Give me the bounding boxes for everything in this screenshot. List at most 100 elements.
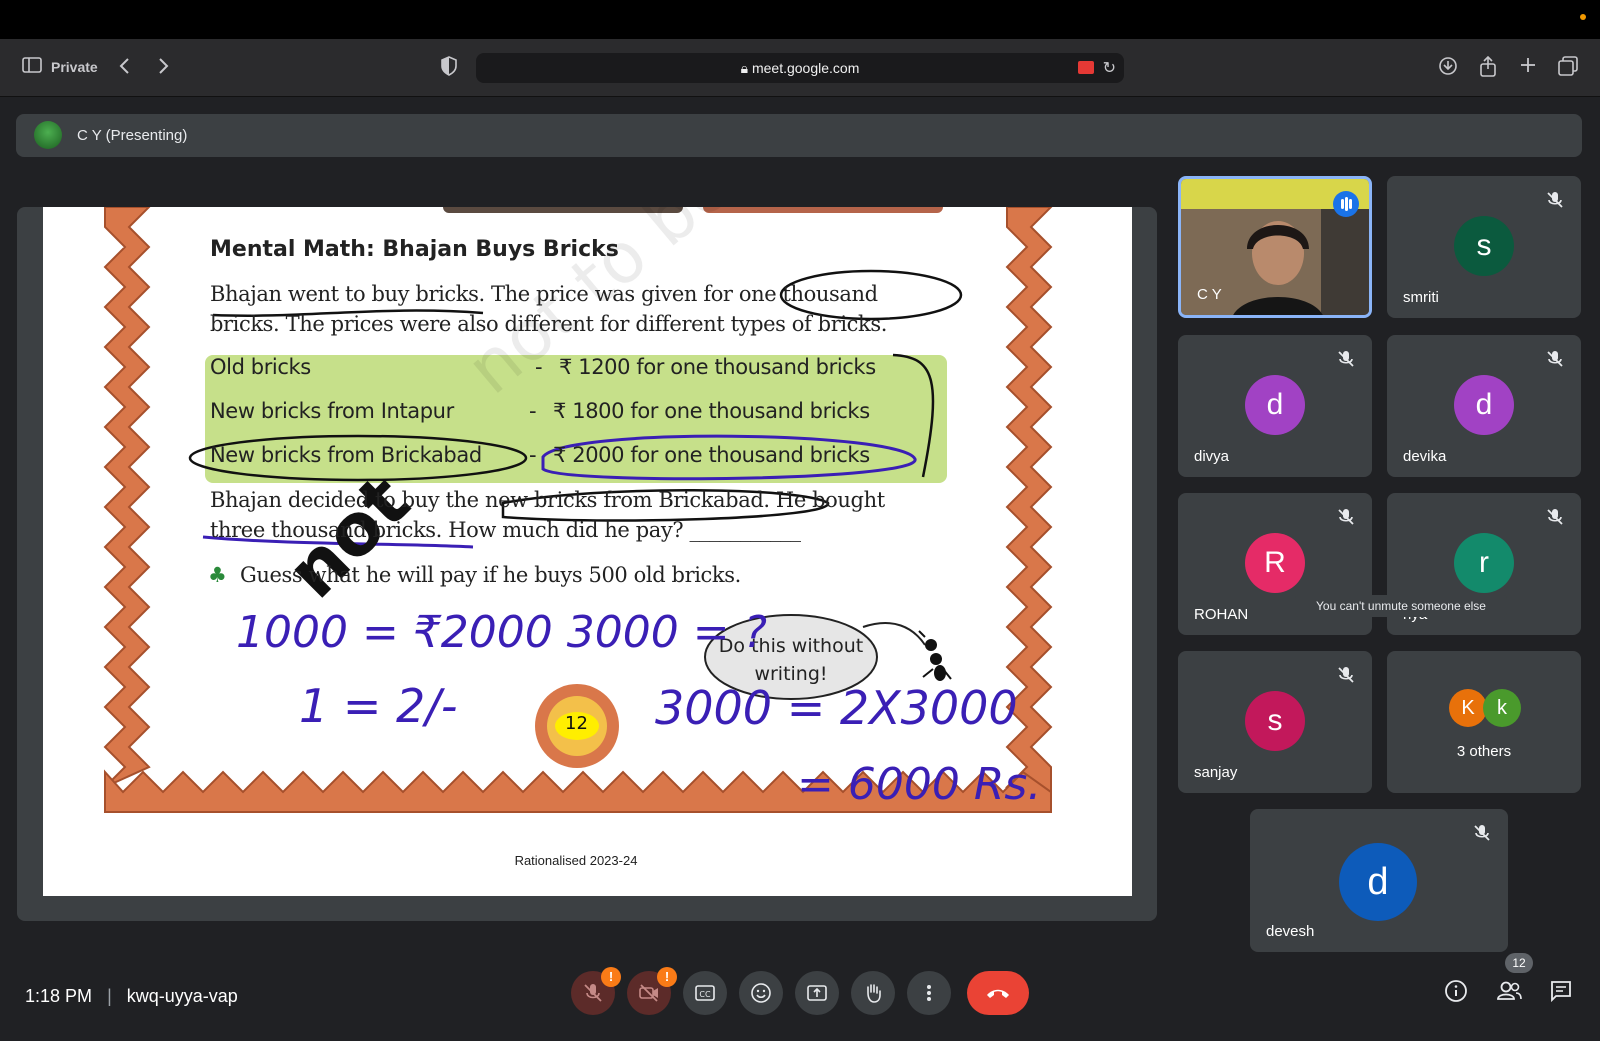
- meeting-controls-bar: 1:18 PM | kwq-uyya-vap ! ! CC 12: [0, 950, 1600, 1041]
- chat-button[interactable]: [1549, 979, 1573, 1008]
- participant-name: smriti: [1403, 289, 1439, 306]
- mic-button[interactable]: !: [571, 967, 621, 1015]
- meeting-code: kwq-uyya-vap: [126, 986, 238, 1006]
- slide-para2: three thousand bricks. How much did he p…: [210, 518, 801, 542]
- downloads-icon[interactable]: [1438, 56, 1458, 81]
- presenting-label: C Y (Presenting): [77, 127, 188, 144]
- hand-icon: [867, 984, 881, 1003]
- camera-off-icon: [639, 984, 658, 1002]
- participant-name: ROHAN: [1194, 606, 1249, 623]
- participant-tile-divya[interactable]: d divya: [1178, 335, 1372, 477]
- slide-guess: Guess what he will pay if he buys 500 ol…: [240, 563, 741, 587]
- lock-icon: 🔒︎: [740, 60, 749, 76]
- table-row-1-price: ₹ 1200 for one thousand bricks: [559, 355, 876, 379]
- unmute-tooltip: You can't unmute someone else: [1295, 595, 1507, 617]
- captions-icon: CC: [695, 985, 715, 1001]
- mic-off-icon: [1547, 351, 1563, 367]
- more-options-button[interactable]: [907, 971, 951, 1015]
- system-top-bar: [0, 0, 1600, 39]
- shared-slide: not to be rep not Mental Math: Bhajan Bu…: [43, 207, 1132, 896]
- screen-share-icon[interactable]: [1078, 61, 1094, 74]
- clover-icon: ♣: [208, 563, 227, 587]
- mic-off-icon: [584, 984, 602, 1002]
- info-icon: [1445, 980, 1467, 1002]
- camera-warning-badge: !: [657, 967, 677, 987]
- others-count-label: 3 others: [1456, 743, 1512, 760]
- tab-overview-icon[interactable]: [1558, 56, 1578, 81]
- avatar: K: [1449, 689, 1487, 727]
- avatar: R: [1245, 533, 1305, 593]
- slide-para1: Bhajan decided to buy the new bricks fro…: [210, 488, 885, 512]
- mic-off-icon: [1547, 509, 1563, 525]
- people-icon: [1497, 981, 1522, 1000]
- share-icon[interactable]: [1479, 55, 1497, 83]
- participant-name: devesh: [1266, 923, 1315, 940]
- clock-time: 1:18 PM: [25, 986, 93, 1006]
- avatar: r: [1454, 533, 1514, 593]
- others-tile[interactable]: K k 3 others: [1387, 651, 1581, 793]
- table-row-3-price: ₹ 2000 for one thousand bricks: [553, 443, 870, 467]
- presenter-avatar: [34, 121, 62, 149]
- shield-icon[interactable]: [440, 56, 458, 81]
- emoji-icon: [751, 983, 771, 1003]
- sidebar-toggle-icon[interactable]: [22, 56, 42, 79]
- participant-name: devika: [1403, 448, 1447, 465]
- avatar: k: [1483, 689, 1521, 727]
- slide-line1: Bhajan went to buy bricks. The price was…: [210, 282, 878, 306]
- avatar: s: [1454, 216, 1514, 276]
- leave-call-button[interactable]: [967, 971, 1029, 1015]
- recording-indicator-dot: [1580, 14, 1586, 20]
- meeting-info: 1:18 PM | kwq-uyya-vap: [25, 986, 238, 1007]
- meeting-details-button[interactable]: [1444, 979, 1468, 1008]
- avatar: d: [1454, 375, 1514, 435]
- participant-tile-devesh[interactable]: d devesh: [1250, 809, 1508, 952]
- table-row-1-label: Old bricks: [210, 355, 311, 379]
- browser-toolbar: Private 🔒︎ meet.google.com ↻: [0, 39, 1600, 97]
- mic-warning-badge: !: [601, 967, 621, 987]
- participant-tile-cy[interactable]: C Y: [1178, 176, 1372, 318]
- back-icon[interactable]: [118, 56, 132, 81]
- table-row-2-label: New bricks from Intapur: [210, 399, 454, 423]
- table-row-2-dash: -: [529, 399, 537, 423]
- slide-title: Mental Math: Bhajan Buys Bricks: [210, 237, 619, 262]
- mic-off-icon: [1338, 351, 1354, 367]
- separator: |: [107, 986, 112, 1006]
- table-row-1-dash: -: [535, 355, 543, 379]
- participant-tile-sanjay[interactable]: s sanjay: [1178, 651, 1372, 793]
- raise-hand-button[interactable]: [851, 971, 895, 1015]
- ant-icon: [918, 630, 952, 681]
- table-row-2-price: ₹ 1800 for one thousand bricks: [553, 399, 870, 423]
- chat-icon: [1551, 981, 1571, 1003]
- captions-button[interactable]: CC: [683, 971, 727, 1015]
- participant-name: sanjay: [1194, 764, 1238, 781]
- speaking-indicator-icon: [1333, 191, 1359, 217]
- camera-button[interactable]: !: [627, 967, 677, 1015]
- avatar: d: [1245, 375, 1305, 435]
- more-vert-icon: [927, 985, 931, 1001]
- people-count-badge: 12: [1505, 953, 1533, 973]
- avatar: s: [1245, 691, 1305, 751]
- url-text: meet.google.com: [751, 60, 860, 76]
- reactions-button[interactable]: [739, 971, 783, 1015]
- mic-off-icon: [1338, 509, 1354, 525]
- new-tab-icon[interactable]: [1519, 56, 1537, 79]
- avatar: d: [1339, 843, 1417, 921]
- svg-text:CC: CC: [699, 990, 711, 999]
- present-screen-icon: [807, 985, 827, 1001]
- handwriting-line-4: = 6000 Rs.: [797, 759, 1042, 810]
- participant-tile-smriti[interactable]: s smriti: [1387, 176, 1581, 318]
- participant-name: C Y: [1197, 286, 1222, 303]
- present-button[interactable]: [795, 971, 839, 1015]
- slide-footer: Rationalised 2023-24: [514, 853, 638, 868]
- handwriting-line-2: 1 = 2/-: [299, 679, 458, 733]
- hang-up-icon: [987, 989, 1009, 998]
- reload-icon[interactable]: ↻: [1103, 58, 1116, 78]
- address-bar[interactable]: 🔒︎ meet.google.com ↻: [476, 53, 1124, 83]
- forward-icon[interactable]: [156, 56, 170, 81]
- presenting-bar: C Y (Presenting): [16, 114, 1582, 157]
- people-button[interactable]: 12: [1495, 953, 1533, 1008]
- page-number: 12: [565, 713, 588, 734]
- participant-tile-devika[interactable]: d devika: [1387, 335, 1581, 477]
- handwriting-line-3: 3000 = 2X3000: [655, 681, 1018, 735]
- mic-off-icon: [1474, 825, 1490, 841]
